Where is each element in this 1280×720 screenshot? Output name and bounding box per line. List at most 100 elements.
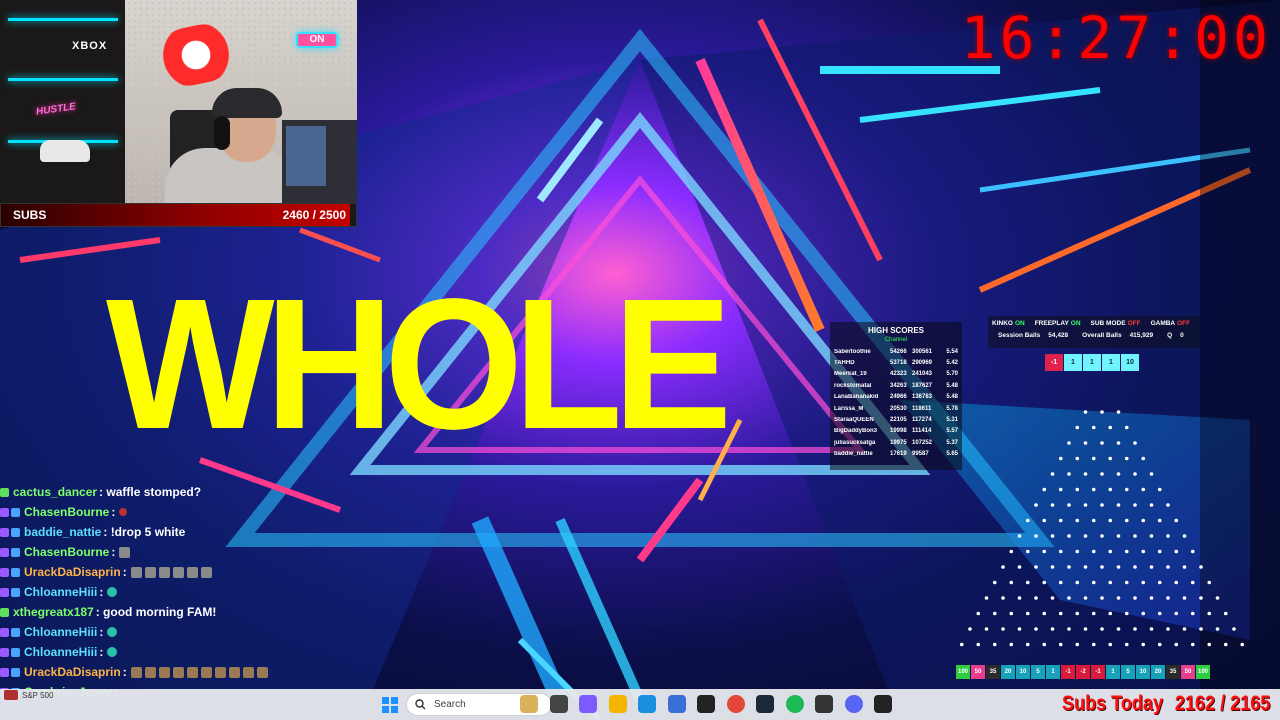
high-score-stat: 54266 (890, 348, 907, 355)
steam-icon[interactable] (756, 695, 774, 713)
plinko-peg (1058, 487, 1063, 492)
plinko-peg (1182, 565, 1187, 569)
chat-username[interactable]: ChloanneHiii (24, 625, 97, 639)
chat-text: : waffle stomped? (99, 485, 202, 499)
chrome-icon[interactable] (726, 695, 745, 713)
high-score-row: baddie_nattie 17619 99587 5.65 (834, 449, 958, 460)
plinko-peg (1116, 410, 1121, 414)
plinko-peg (1050, 503, 1055, 507)
plinko-peg (1083, 534, 1088, 538)
plinko-peg (1025, 518, 1030, 523)
plinko-peg (1042, 487, 1047, 492)
plinko-peg (1083, 472, 1088, 476)
chat-username[interactable]: xthegreatx187 (13, 605, 94, 619)
multiplier-slot: 35 (1166, 665, 1180, 679)
plinko-peg (1100, 410, 1104, 414)
plinko-peg (1034, 503, 1038, 507)
bet-button[interactable]: 1 (1102, 354, 1120, 371)
chat-message: cactus_dancer: waffle stomped? (0, 482, 201, 502)
chat-username[interactable]: ChasenBourne (24, 505, 109, 519)
chat-username[interactable]: ChloanneHiii (24, 585, 97, 599)
obs-icon[interactable] (874, 695, 892, 713)
chat-username[interactable]: UrackDaDisaprin (24, 665, 121, 679)
webcam-feed: XBOX HUSTLE ON (0, 0, 357, 203)
plinko-peg (1166, 627, 1170, 631)
edge-icon[interactable] (638, 695, 656, 713)
chat-username[interactable]: ChloanneHiii (24, 645, 97, 659)
chat-username[interactable]: ChasenBourne (24, 545, 109, 559)
plinko-peg (1083, 565, 1088, 569)
streamer-cap (212, 88, 282, 118)
plinko-peg (984, 596, 989, 600)
media-icon[interactable] (697, 695, 715, 713)
discord-icon[interactable] (844, 695, 863, 713)
chat-message: UrackDaDisaprin: (0, 662, 268, 682)
high-score-row: StaraaQUEEN 22105 117274 5.31 (834, 414, 958, 425)
plinko-peg (1025, 549, 1030, 554)
store-icon[interactable] (667, 695, 686, 713)
chat-badges (0, 627, 20, 637)
plinko-peg (1083, 441, 1088, 445)
chat-message: xthegreatx187: good morning FAM! (0, 602, 216, 622)
search-icon (415, 699, 426, 710)
chat-username[interactable]: baddie_nattie (24, 525, 101, 539)
mode-toggle: GAMBA OFF (1151, 320, 1191, 327)
plinko-multipliers: 100 50 35 20 10 5 1 -1 -2 -1 1 5 10 20 35 50 100 (956, 665, 1210, 679)
plinko-peg (1075, 425, 1080, 430)
mode-state: OFF (1177, 320, 1191, 327)
chat-username[interactable]: UrackDaDisaprin (24, 565, 121, 579)
plinko-peg (1050, 472, 1055, 476)
plinko-peg (1133, 503, 1137, 507)
plinko-peg (1091, 549, 1096, 554)
task-view-icon[interactable] (549, 695, 568, 713)
q-value: 0 (1180, 332, 1184, 339)
high-score-stat: 19998 (890, 428, 907, 435)
file-explorer-icon[interactable] (520, 695, 538, 713)
plinko-peg (1091, 580, 1096, 585)
plinko-peg (1182, 534, 1187, 538)
plinko-peg (1091, 487, 1096, 492)
chat-text: : (99, 645, 104, 659)
plinko-peg (1149, 565, 1154, 569)
terminal-icon[interactable] (815, 695, 833, 713)
emote-icon (107, 587, 118, 597)
plinko-peg (1116, 627, 1121, 631)
plinko-peg (1157, 580, 1162, 585)
plinko-peg (1058, 456, 1063, 461)
start-button[interactable] (382, 697, 398, 713)
bet-button[interactable]: 1 (1083, 354, 1101, 371)
plinko-peg (1091, 642, 1096, 647)
chat-badge-icon (11, 627, 20, 637)
plinko-peg (1174, 580, 1179, 585)
chat-badges (0, 487, 9, 497)
plinko-peg (1034, 565, 1038, 569)
folder-icon[interactable] (608, 695, 627, 713)
chat-text: : (111, 505, 116, 519)
chat-badge-icon (11, 587, 20, 597)
plinko-peg (1157, 487, 1162, 492)
emote-icon (242, 666, 254, 678)
plinko-peg (1042, 642, 1047, 647)
multiplier-slot: 1 (1046, 665, 1060, 679)
multiplier-slot: 50 (971, 665, 985, 679)
chat-text: : good morning FAM! (95, 605, 217, 619)
spotify-icon[interactable] (785, 695, 804, 713)
stream-clock: 16:27:00 (960, 4, 1272, 72)
bet-button[interactable]: 1 (1064, 354, 1082, 371)
bet-button[interactable]: -1 (1045, 354, 1063, 371)
high-score-stat: 17619 (890, 451, 907, 458)
high-score-player: juliasucksatga (834, 439, 876, 446)
chat-username[interactable]: cactus_dancer (13, 485, 97, 499)
mode-toggle: FREEPLAY ON (1035, 320, 1081, 327)
plinko-peg (1166, 503, 1170, 507)
q-label: Q (1167, 332, 1173, 339)
stocks-widget[interactable]: S&P 500 (4, 690, 53, 700)
plinko-peg (1116, 441, 1121, 445)
copilot-icon[interactable] (579, 695, 597, 713)
chat-badge-icon (11, 527, 20, 537)
bet-button[interactable]: 10 (1121, 354, 1139, 371)
plinko-peg (1108, 580, 1113, 585)
plinko-peg (1133, 565, 1137, 569)
mode-toggle: KINKO ON (992, 320, 1025, 327)
chat-text: : (122, 665, 127, 679)
